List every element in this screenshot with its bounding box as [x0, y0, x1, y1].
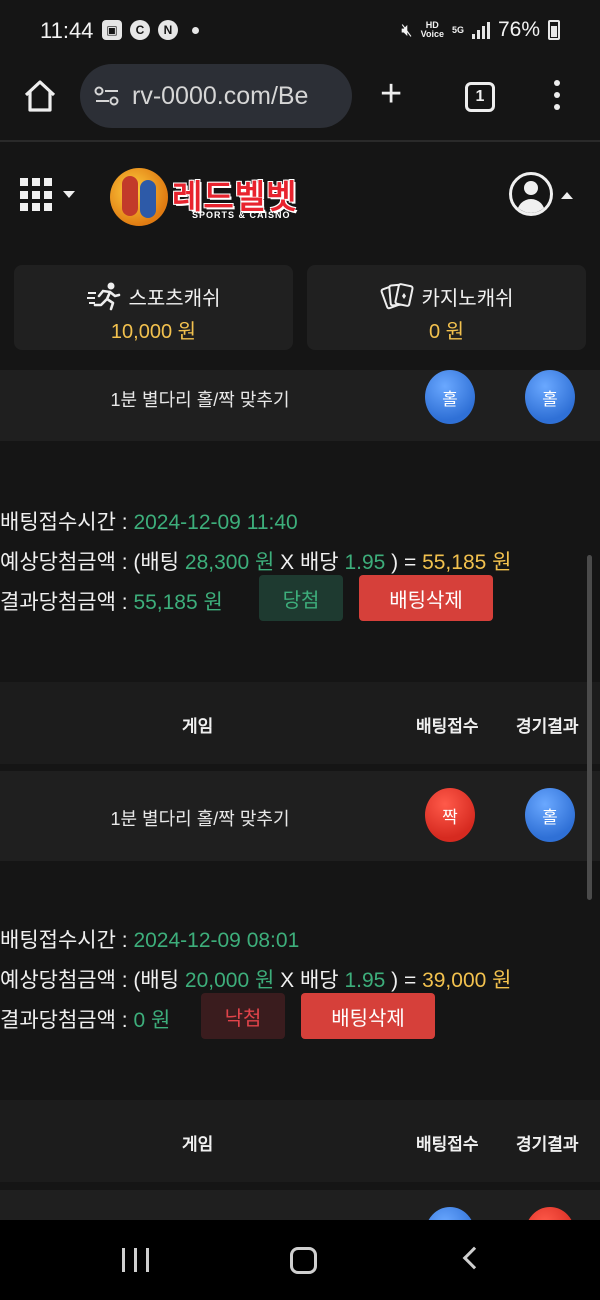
c-app-icon: C	[130, 20, 150, 40]
hd-voice-icon: HD Voice	[420, 20, 444, 39]
bet-time-value: 2024-12-09 08:01	[133, 929, 300, 952]
user-account-icon[interactable]	[509, 172, 553, 216]
sports-cash-card[interactable]: 스포츠캐쉬 10,000 원	[14, 265, 293, 350]
page-scrollbar[interactable]	[587, 555, 592, 900]
bet-odds: 1.95	[344, 551, 386, 574]
network-5g-icon: 5G	[451, 24, 464, 35]
bet-time-line: 배팅접수시간 : 2024-12-09 08:01	[0, 929, 300, 952]
expected-win-line: 예상당첨금액 : (배팅 28,300 원 X 배당 1.95 ) = 55,1…	[0, 551, 512, 574]
bet-odds: 1.95	[344, 969, 386, 992]
tab-switcher-button[interactable]: 1	[465, 82, 495, 112]
notification-icons: ▣ C N	[102, 20, 199, 40]
logo-badge-icon	[110, 168, 168, 226]
bet-game-row-partial	[0, 1190, 600, 1220]
game-name: 1분 별다리 홀/짝 맞추기	[110, 390, 290, 410]
more-menu-icon[interactable]	[553, 80, 561, 110]
site-header: 레드벨벳 SPORTS & CAISNO	[0, 144, 600, 246]
casino-cash-value: 0 원	[428, 321, 465, 343]
runner-icon	[86, 282, 120, 311]
more-notifications-dot	[192, 26, 199, 34]
status-bar: 11:44 ▣ C N 🔇︎ HD Voice 5G 76%	[0, 0, 600, 62]
url-text[interactable]: rv-0000.com/Be	[132, 82, 308, 111]
status-badge-lose: 낙첨	[201, 993, 285, 1039]
gallery-icon: ▣	[102, 20, 122, 40]
header-game: 게임	[182, 717, 214, 736]
battery-percent: 76%	[497, 18, 540, 41]
result-win-line: 결과당첨금액 : 0 원	[0, 1009, 171, 1032]
n-app-icon: N	[158, 20, 178, 40]
delete-bet-button[interactable]: 배팅삭제	[301, 993, 435, 1039]
bet-pick-ball: 홀	[425, 370, 475, 424]
header-bet: 배팅접수	[416, 1135, 479, 1154]
delete-bet-button[interactable]: 배팅삭제	[359, 575, 493, 621]
system-nav-bar	[0, 1220, 600, 1300]
bet-amount: 28,300 원	[184, 551, 275, 574]
playing-cards-icon	[380, 283, 414, 310]
sports-cash-value: 10,000 원	[110, 321, 197, 343]
expected-win-line: 예상당첨금액 : (배팅 20,000 원 X 배당 1.95 ) = 39,0…	[0, 969, 512, 992]
recent-apps-icon[interactable]	[122, 1248, 149, 1272]
browser-toolbar: rv-0000.com/Be + 1	[0, 62, 600, 142]
expected-win-value: 39,000 원	[422, 969, 512, 992]
result-ball: 홀	[525, 788, 575, 842]
bet-pick-ball: 짝	[425, 788, 475, 842]
mute-icon: 🔇︎	[401, 19, 413, 40]
bet-table-header: 게임 배팅접수 경기결과	[0, 1100, 600, 1182]
game-name: 1분 별다리 홀/짝 맞추기	[110, 809, 290, 829]
result-win-value: 55,185 원	[133, 591, 223, 614]
home-nav-icon[interactable]	[290, 1247, 317, 1274]
result-ball-partial	[525, 1207, 575, 1220]
home-icon[interactable]	[22, 78, 58, 114]
bet-time-line: 배팅접수시간 : 2024-12-09 11:40	[0, 511, 298, 534]
bet-table-header: 게임 배팅접수 경기결과	[0, 682, 600, 764]
menu-grid-icon[interactable]	[20, 178, 54, 212]
result-win-value: 0 원	[133, 1009, 171, 1032]
system-icons: 🔇︎ HD Voice 5G 76%	[401, 18, 560, 42]
logo-subtitle: SPORTS & CAISNO	[192, 210, 291, 220]
casino-cash-card[interactable]: 카지노캐쉬 0 원	[307, 265, 586, 350]
header-result: 경기결과	[516, 717, 579, 736]
status-badge-win: 당첨	[259, 575, 343, 621]
site-logo[interactable]: 레드벨벳 SPORTS & CAISNO	[108, 162, 318, 228]
casino-cash-label: 카지노캐쉬	[421, 287, 514, 310]
battery-icon	[548, 20, 560, 40]
bet-time-value: 2024-12-09 11:40	[133, 511, 298, 534]
bet-pick-ball-partial	[425, 1207, 475, 1220]
signal-icon	[471, 21, 490, 39]
back-nav-icon[interactable]	[462, 1246, 486, 1270]
result-win-line: 결과당첨금액 : 55,185 원	[0, 591, 223, 614]
result-ball: 홀	[525, 370, 575, 424]
menu-caret-icon[interactable]	[63, 191, 75, 198]
sports-cash-label: 스포츠캐쉬	[128, 287, 221, 310]
header-game: 게임	[182, 1135, 214, 1154]
bet-amount: 20,000 원	[184, 969, 275, 992]
header-bet: 배팅접수	[416, 717, 479, 736]
header-result: 경기결과	[516, 1135, 579, 1154]
expected-win-value: 55,185 원	[422, 551, 512, 574]
user-caret-icon[interactable]	[561, 192, 573, 199]
status-time: 11:44	[40, 18, 94, 43]
bet-game-row: 1분 별다리 홀/짝 맞추기 짝 홀	[0, 771, 600, 861]
bet-game-row: 1분 별다리 홀/짝 맞추기 홀 홀	[0, 370, 600, 441]
address-bar[interactable]: rv-0000.com/Be	[80, 64, 352, 128]
new-tab-icon[interactable]: +	[380, 74, 402, 114]
site-settings-icon[interactable]	[94, 86, 120, 106]
